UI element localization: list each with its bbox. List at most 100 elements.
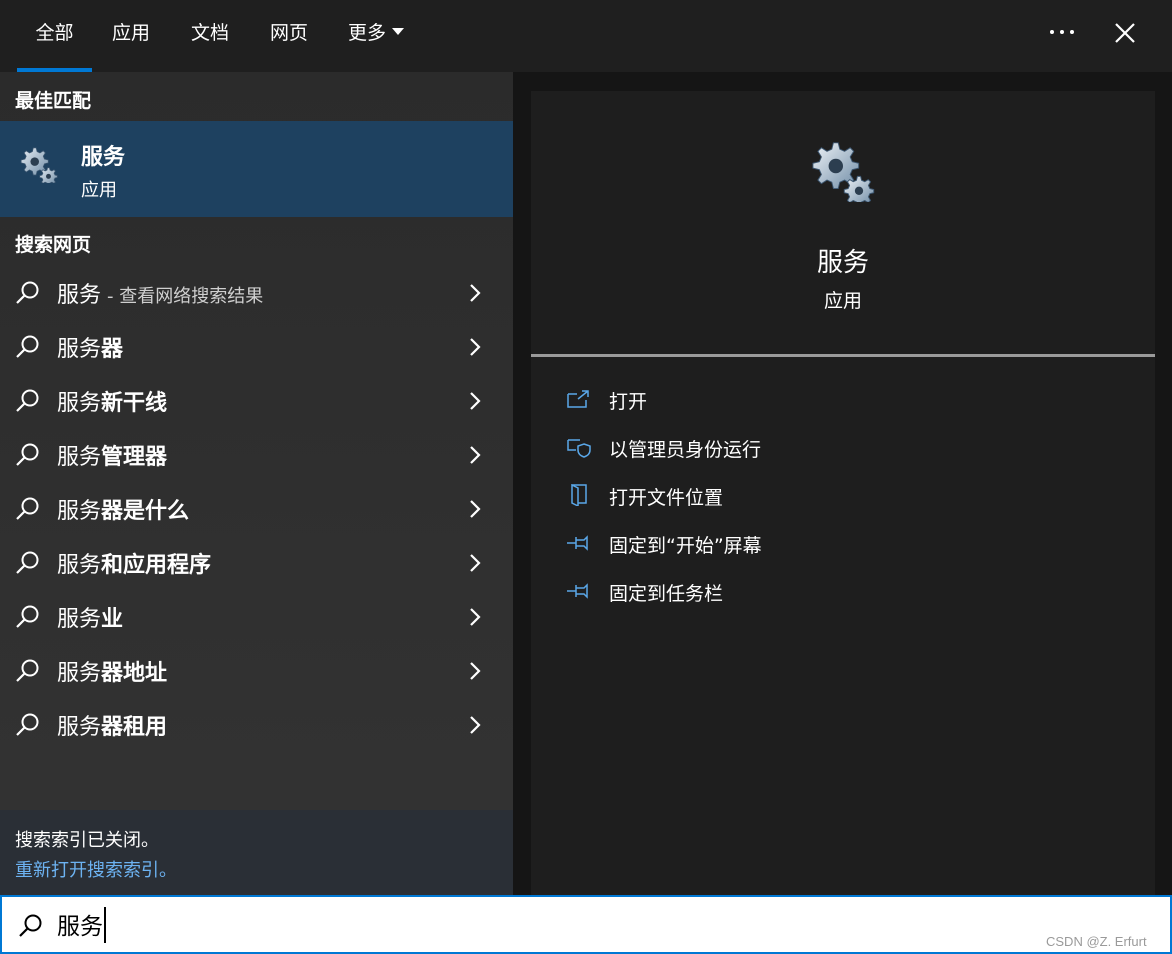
search-icon <box>16 443 39 466</box>
index-notice-text: 搜索索引已关闭。 <box>15 830 159 851</box>
chevron-right-icon <box>470 284 481 302</box>
query-prefix: 服务 <box>57 445 102 470</box>
chevron-right-icon <box>470 500 481 518</box>
pin-to-taskbar-action[interactable]: 固定到任务栏 <box>531 568 1155 616</box>
detail-subtitle: 应用 <box>823 290 862 312</box>
close-button[interactable] <box>1110 18 1140 48</box>
suggestion-completion: 器地址 <box>101 661 168 686</box>
web-result-item[interactable]: 服务 - 查看网络搜索结果 <box>0 266 513 320</box>
chevron-right-icon <box>470 554 481 572</box>
reopen-index-link[interactable]: 重新打开搜索索引。 <box>15 856 177 882</box>
query-prefix: 服务 <box>57 553 102 578</box>
search-input[interactable] <box>57 907 957 941</box>
web-result-label: 服务器是什么 <box>57 493 195 525</box>
web-result-item[interactable]: 服务器地址 <box>0 644 513 698</box>
web-result-label: 服务新干线 <box>57 385 173 417</box>
pin-icon <box>567 535 588 551</box>
web-result-item[interactable]: 服务器租用 <box>0 698 513 752</box>
suggestion-completion: 新干线 <box>101 391 168 416</box>
query-prefix: 服务 <box>57 391 102 416</box>
best-match-subtitle: 应用 <box>81 180 117 201</box>
search-icon <box>16 335 39 358</box>
search-icon <box>16 497 39 520</box>
results-pane: 最佳匹配 服务 应用 搜索网页 服务 - 查看网络搜索结果 服务器 服务新干线 服务管理… <box>0 72 513 895</box>
web-result-label: 服务业 <box>57 601 129 633</box>
web-search-heading: 搜索网页 <box>15 234 92 256</box>
detail-title: 服务 <box>816 248 869 278</box>
tab-documents[interactable]: 文档 <box>191 0 229 72</box>
gears-icon <box>20 147 58 183</box>
tab-more[interactable]: 更多 <box>348 0 405 72</box>
suggestion-completion: 器租用 <box>101 715 168 740</box>
best-match-heading: 最佳匹配 <box>15 90 92 112</box>
web-result-label: 服务器 <box>57 331 129 363</box>
chevron-right-icon <box>470 338 481 356</box>
query-prefix: 服务 <box>57 337 102 362</box>
chevron-right-icon <box>470 608 481 626</box>
more-options-button[interactable] <box>1046 20 1078 48</box>
open-action[interactable]: 打开 <box>531 376 1155 424</box>
search-box[interactable] <box>0 895 1172 954</box>
tab-apps[interactable]: 应用 <box>112 0 150 72</box>
chevron-right-icon <box>470 716 481 734</box>
chevron-right-icon <box>470 392 481 410</box>
web-result-item[interactable]: 服务新干线 <box>0 374 513 428</box>
search-tab-bar: 全部 应用 文档 网页 更多 <box>0 0 1172 72</box>
open-file-location-label: 打开文件位置 <box>609 487 724 509</box>
query-prefix: 服务 <box>57 283 102 308</box>
search-icon <box>16 605 39 628</box>
web-results-list: 服务 - 查看网络搜索结果 服务器 服务新干线 服务管理器 服务器是什么 服务和应用程序 服务… <box>0 266 513 752</box>
tab-more-label: 更多 <box>348 22 387 44</box>
index-notice: 搜索索引已关闭。 重新打开搜索索引。 <box>0 810 513 895</box>
gears-icon <box>812 142 875 202</box>
run-as-admin-label: 以管理员身份运行 <box>609 439 762 461</box>
file-location-icon <box>571 484 587 506</box>
close-icon <box>1115 23 1135 43</box>
suggestion-completion: 业 <box>101 607 124 632</box>
text-cursor <box>104 907 106 943</box>
best-match-title: 服务 <box>81 145 126 170</box>
tab-web[interactable]: 网页 <box>270 0 308 72</box>
search-icon <box>16 659 39 682</box>
web-result-label: 服务器地址 <box>57 655 173 687</box>
web-result-item[interactable]: 服务器 <box>0 320 513 374</box>
web-result-item[interactable]: 服务和应用程序 <box>0 536 513 590</box>
web-result-label: 服务 - 查看网络搜索结果 <box>57 277 263 309</box>
tab-all[interactable]: 全部 <box>17 0 92 72</box>
suggestion-completion: 器 <box>101 337 124 362</box>
search-icon <box>16 551 39 574</box>
web-result-suffix: - 查看网络搜索结果 <box>107 286 264 307</box>
query-prefix: 服务 <box>57 661 102 686</box>
suggestion-completion: 和应用程序 <box>101 553 212 578</box>
query-prefix: 服务 <box>57 607 102 632</box>
web-result-label: 服务和应用程序 <box>57 547 217 579</box>
watermark: CSDN @Z. Erfurt <box>1046 934 1147 949</box>
chevron-down-icon <box>392 28 405 35</box>
web-result-label: 服务管理器 <box>57 439 173 471</box>
suggestion-completion: 管理器 <box>101 445 168 470</box>
best-match-item[interactable]: 服务 应用 <box>0 121 513 217</box>
pin-to-start-action[interactable]: 固定到“开始”屏幕 <box>531 520 1155 568</box>
chevron-right-icon <box>470 662 481 680</box>
suggestion-completion: 器是什么 <box>101 499 190 524</box>
pin-to-start-label: 固定到“开始”屏幕 <box>609 535 762 557</box>
open-action-label: 打开 <box>609 391 648 413</box>
query-prefix: 服务 <box>57 715 102 740</box>
open-file-location-action[interactable]: 打开文件位置 <box>531 472 1155 520</box>
run-as-admin-action[interactable]: 以管理员身份运行 <box>531 424 1155 472</box>
web-result-item[interactable]: 服务器是什么 <box>0 482 513 536</box>
chevron-right-icon <box>470 446 481 464</box>
ellipsis-icon <box>1050 30 1074 34</box>
search-icon <box>16 713 39 736</box>
web-result-item[interactable]: 服务管理器 <box>0 428 513 482</box>
action-list: 打开 以管理员身份运行 打开文件位置 固定到“开始”屏幕 固定到任务栏 <box>531 376 1155 616</box>
web-result-item[interactable]: 服务业 <box>0 590 513 644</box>
search-icon <box>19 914 42 937</box>
open-icon <box>567 390 589 408</box>
web-result-label: 服务器租用 <box>57 709 173 741</box>
search-icon <box>16 281 39 304</box>
detail-divider <box>531 354 1155 357</box>
shield-icon <box>567 439 591 458</box>
pin-to-taskbar-label: 固定到任务栏 <box>609 583 724 605</box>
query-prefix: 服务 <box>57 499 102 524</box>
